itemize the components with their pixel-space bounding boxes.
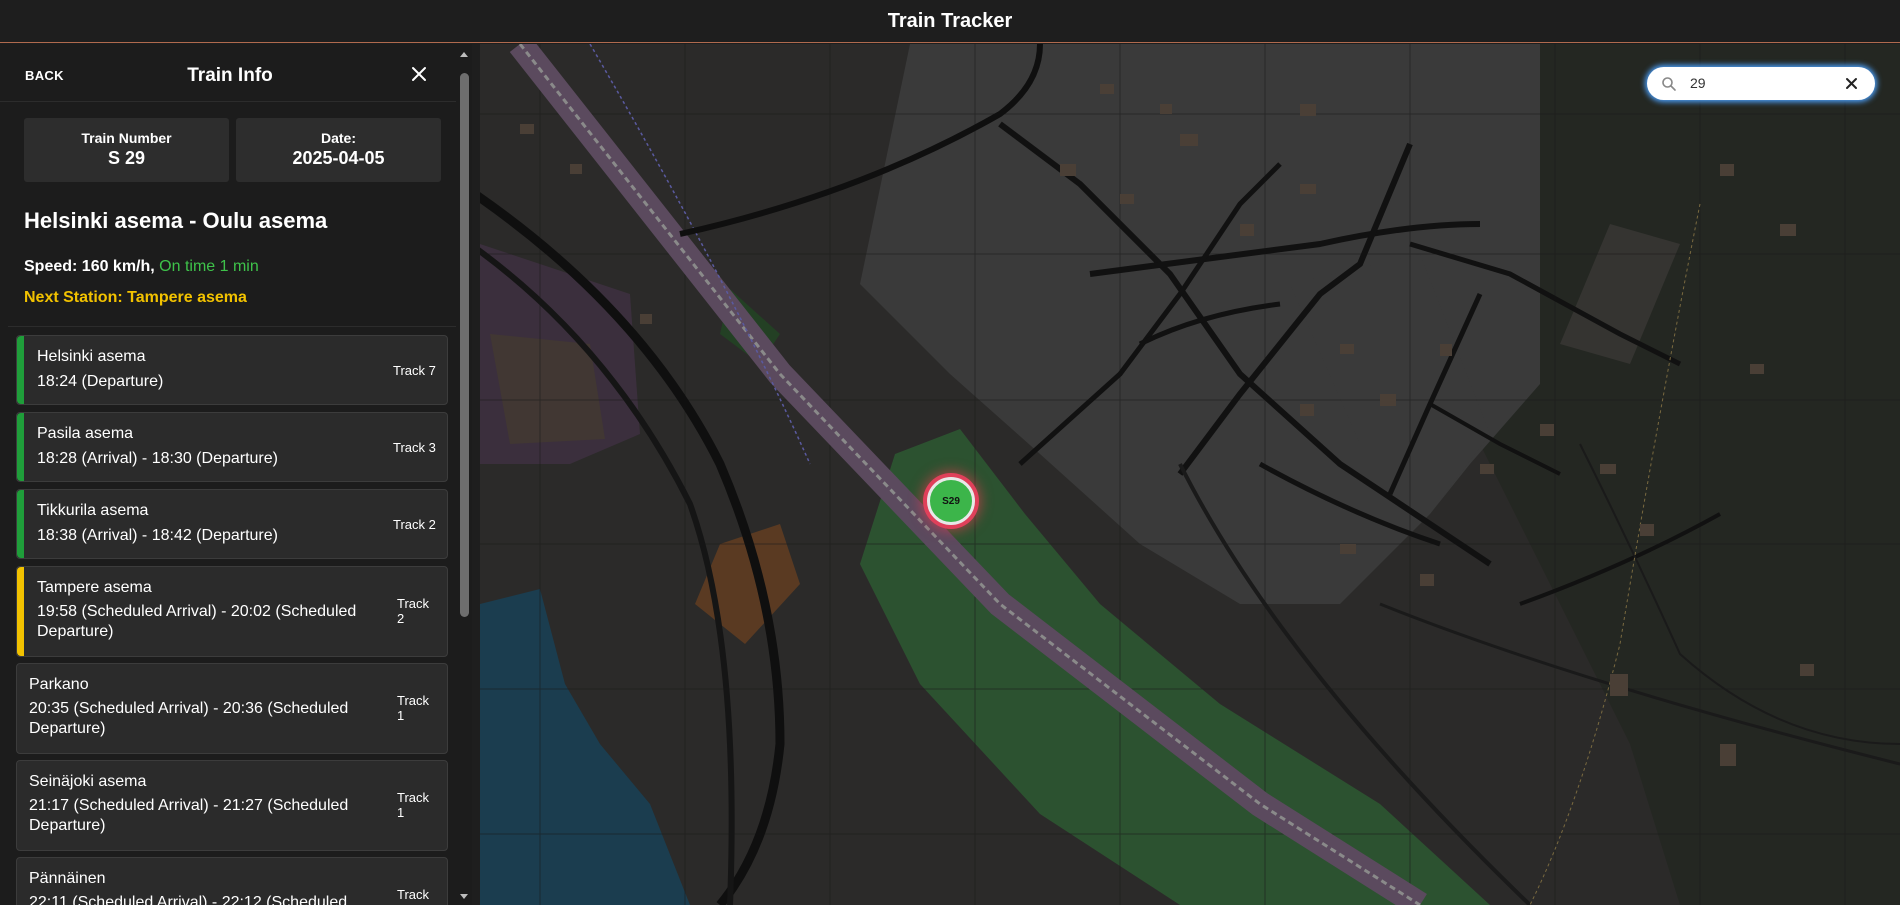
close-icon	[412, 67, 426, 81]
train-number-value: S 29	[107, 148, 146, 168]
station-name: Tikkurila asema	[37, 502, 149, 519]
scroll-down-icon[interactable]	[459, 891, 469, 901]
station-time: 18:28 (Arrival) - 18:30 (Departure)	[37, 450, 278, 467]
date-box: Date: 2025-04-05	[236, 118, 441, 182]
station-item[interactable]: Helsinki asema 18:24 (Departure) Track 7	[16, 335, 448, 405]
station-name: Helsinki asema	[37, 348, 146, 365]
station-item[interactable]: Parkano 20:35 (Scheduled Arrival) - 20:3…	[16, 663, 448, 754]
clear-icon[interactable]	[1844, 76, 1859, 91]
station-name: Pännäinen	[29, 870, 106, 887]
station-track: Track 1	[397, 693, 430, 723]
map-canvas[interactable]	[480, 44, 1900, 905]
divider	[8, 326, 456, 327]
status-bar	[17, 567, 24, 656]
search-input[interactable]	[1690, 73, 1830, 93]
search-box[interactable]	[1647, 67, 1875, 100]
train-info-panel: BACK Train Info Train Number S 29 Date: …	[0, 44, 472, 905]
date-label: Date:	[320, 130, 356, 146]
scroll-thumb[interactable]	[460, 73, 469, 617]
station-time: 18:38 (Arrival) - 18:42 (Departure)	[37, 527, 278, 544]
station-time: 19:58 (Scheduled Arrival) - 20:02 (Sched…	[37, 603, 357, 640]
route-title: Helsinki asema - Oulu asema	[24, 208, 328, 233]
station-item[interactable]: Pännäinen 22:11 (Scheduled Arrival) - 22…	[16, 857, 448, 905]
station-track: Track 2	[393, 517, 436, 532]
date-value: 2025-04-05	[292, 148, 385, 168]
search-icon	[1662, 77, 1676, 91]
station-item[interactable]: Tampere asema 19:58 (Scheduled Arrival) …	[16, 566, 448, 657]
app-title: Train Tracker	[887, 9, 1013, 32]
station-track: Track 7	[393, 363, 436, 378]
station-name: Parkano	[29, 676, 89, 693]
on-time-text: On time 1 min	[159, 258, 259, 275]
next-station: Next Station: Tampere asema	[24, 289, 247, 306]
status-bar	[17, 490, 24, 558]
station-name: Tampere asema	[37, 579, 152, 596]
panel-scrollbar[interactable]	[456, 44, 472, 905]
station-track: Track 3	[393, 440, 436, 455]
station-time: 21:17 (Scheduled Arrival) - 21:27 (Sched…	[29, 797, 349, 834]
station-track: Track 2	[397, 596, 430, 626]
station-time: 18:24 (Departure)	[37, 373, 164, 390]
speed-text: Speed: 160 km/h,	[24, 258, 155, 275]
station-item[interactable]: Pasila asema 18:28 (Arrival) - 18:30 (De…	[16, 412, 448, 482]
station-track: Track	[397, 887, 430, 902]
close-button[interactable]	[409, 64, 429, 84]
train-number-label: Train Number	[81, 130, 172, 146]
station-item[interactable]: Tikkurila asema 18:38 (Arrival) - 18:42 …	[16, 489, 448, 559]
station-time: 20:35 (Scheduled Arrival) - 20:36 (Sched…	[29, 700, 349, 737]
panel-header: BACK Train Info	[0, 44, 460, 102]
app-header: Train Tracker	[0, 0, 1900, 43]
map-view[interactable]	[480, 44, 1900, 905]
station-name: Seinäjoki asema	[29, 773, 147, 790]
scroll-up-icon[interactable]	[459, 50, 469, 60]
station-item[interactable]: Seinäjoki asema 21:17 (Scheduled Arrival…	[16, 760, 448, 851]
station-name: Pasila asema	[37, 425, 134, 442]
train-marker[interactable]: S29	[927, 477, 975, 525]
station-time: 22:11 (Scheduled Arrival) - 22:12 (Sched…	[29, 894, 348, 905]
status-bar	[17, 413, 24, 481]
status-bar	[17, 336, 24, 404]
station-track: Track 1	[397, 790, 430, 820]
train-number-box: Train Number S 29	[24, 118, 229, 182]
panel-title: Train Info	[187, 65, 273, 86]
speed-status: Speed: 160 km/h, On time 1 min	[24, 258, 259, 276]
